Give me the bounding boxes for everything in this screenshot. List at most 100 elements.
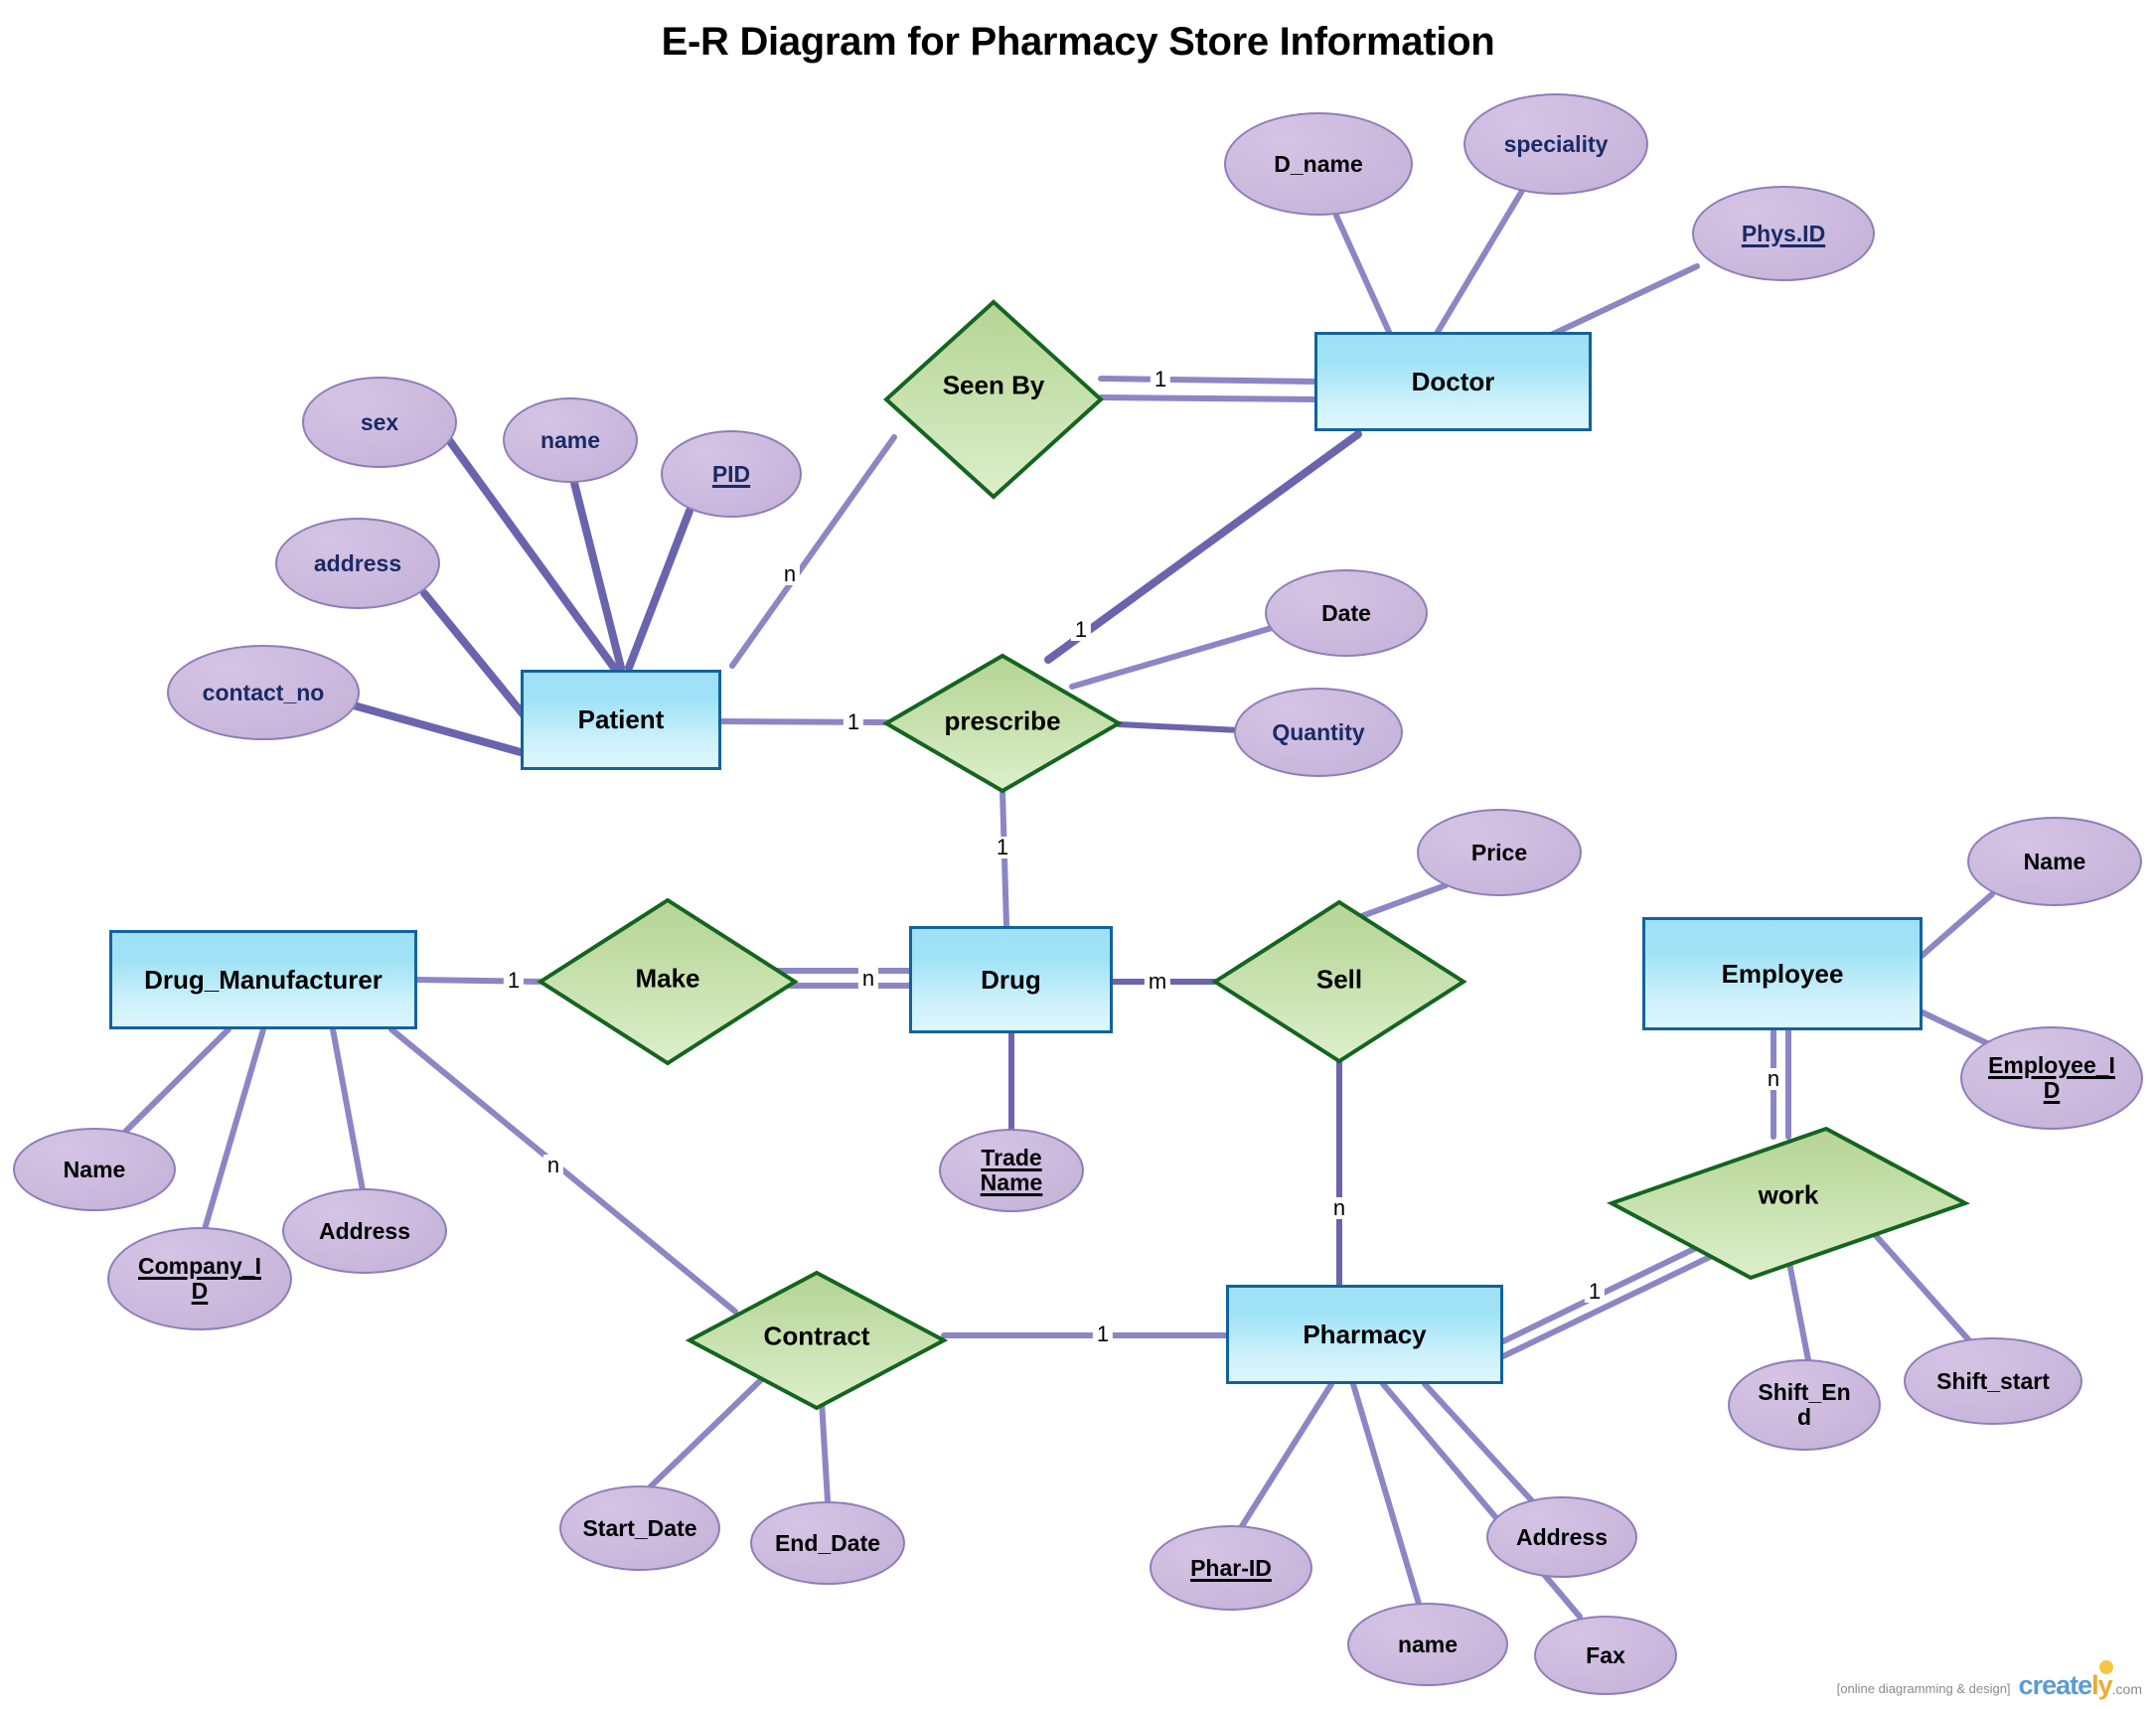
attribute-drug-trade-name[interactable]: Trade Name — [939, 1129, 1084, 1212]
attribute-patient-address[interactable]: address — [275, 518, 440, 609]
attribute-drug-manufacturer-company-id[interactable]: Company_I D — [107, 1227, 292, 1330]
attribute-label: Name — [2023, 848, 2086, 874]
attribute-prescribe-date[interactable]: Date — [1265, 569, 1428, 657]
edge-seenby-doctor-a — [1098, 376, 1317, 385]
cardinality-seenby-doctor: 1 — [1150, 369, 1171, 390]
attribute-patient-name[interactable]: name — [503, 397, 638, 483]
watermark-brand-part2: e — [2078, 1670, 2092, 1700]
attribute-label: name — [1397, 1631, 1459, 1657]
relationship-label-sell[interactable]: Sell — [1316, 965, 1362, 996]
attribute-contract-end-date[interactable]: End_Date — [750, 1501, 905, 1585]
watermark-brand: creately.com — [2018, 1660, 2142, 1700]
attribute-label: contact_no — [202, 679, 325, 705]
entity-patient[interactable]: Patient — [521, 670, 721, 770]
attribute-label: Phys.ID — [1741, 220, 1826, 246]
cardinality-make-drug: n — [857, 968, 879, 990]
edge-contract-enddate — [819, 1398, 831, 1504]
cardinality-doctor-prescribe: 1 — [1070, 619, 1092, 641]
attribute-drug-manufacturer-name[interactable]: Name — [13, 1128, 176, 1211]
attribute-label: Address — [1515, 1523, 1609, 1550]
attribute-label: name — [539, 426, 601, 453]
attribute-label: Address — [318, 1217, 411, 1244]
entity-label: Drug — [981, 964, 1041, 995]
edge-pharmacy-address — [1422, 1381, 1539, 1508]
attribute-label: sex — [360, 408, 399, 435]
relationship-label-prescribe[interactable]: prescribe — [944, 706, 1060, 737]
edge-employee-name — [1918, 891, 1995, 960]
relationship-label-make[interactable]: Make — [635, 964, 699, 995]
entity-drug[interactable]: Drug — [909, 926, 1113, 1033]
attribute-pharmacy-address[interactable]: Address — [1486, 1496, 1637, 1578]
edge-pharmacy-pharid — [1239, 1381, 1334, 1529]
attribute-employee-name[interactable]: Name — [1967, 817, 2142, 906]
cardinality-sell-pharmacy: n — [1328, 1197, 1350, 1219]
attribute-patient-sex[interactable]: sex — [302, 377, 457, 468]
attribute-doctor-speciality[interactable]: speciality — [1463, 93, 1648, 195]
attribute-label: D_name — [1274, 150, 1363, 177]
attribute-work-shift-end[interactable]: Shift_En d — [1728, 1359, 1881, 1451]
attribute-employee-employee-id[interactable]: Employee_I D — [1960, 1026, 2143, 1130]
creately-watermark: [online diagramming & design] creately.c… — [1836, 1660, 2142, 1700]
attribute-label: Start_Date — [582, 1514, 697, 1541]
attribute-label: Date — [1321, 599, 1371, 626]
lightbulb-icon — [2099, 1660, 2113, 1674]
attribute-label: Name — [63, 1156, 126, 1182]
attribute-label: Company_I D — [138, 1253, 261, 1304]
entity-label: Patient — [577, 704, 665, 734]
attribute-work-shift-start[interactable]: Shift_start — [1904, 1337, 2082, 1425]
watermark-brand-part3: ly — [2091, 1670, 2113, 1700]
cardinality-patient-seenby: n — [779, 563, 801, 585]
attribute-patient-contact-no[interactable]: contact_no — [167, 645, 360, 740]
attribute-label: Employee_I D — [1988, 1052, 2115, 1103]
entity-pharmacy[interactable]: Pharmacy — [1226, 1285, 1503, 1384]
edge-prescribe-date — [1069, 625, 1275, 690]
attribute-label: address — [313, 549, 402, 576]
attribute-patient-pid[interactable]: PID — [661, 430, 802, 518]
edge-contract-startdate — [648, 1368, 773, 1489]
cardinality-contract-pharmacy: 1 — [1092, 1323, 1114, 1345]
attribute-label: Phar-ID — [1190, 1554, 1272, 1581]
cardinality-drug-sell: m — [1144, 971, 1171, 993]
attribute-pharmacy-fax[interactable]: Fax — [1534, 1616, 1677, 1695]
edge-sell-price — [1356, 882, 1449, 920]
cardinality-employee-work: n — [1763, 1068, 1784, 1090]
attribute-label: speciality — [1503, 130, 1609, 157]
entity-label: Doctor — [1411, 366, 1495, 396]
relationship-label-work[interactable]: work — [1759, 1180, 1819, 1211]
edge-doctor-physid — [1542, 263, 1700, 341]
edge-seenby-doctor-b — [1098, 394, 1317, 402]
watermark-brand-tld: .com — [2111, 1681, 2142, 1697]
relationship-label-seen-by[interactable]: Seen By — [943, 371, 1045, 401]
relationship-label-contract[interactable]: Contract — [764, 1321, 870, 1352]
entity-label: Pharmacy — [1303, 1319, 1427, 1349]
attribute-pharmacy-phar-id[interactable]: Phar-ID — [1150, 1525, 1312, 1611]
attribute-label: Fax — [1586, 1641, 1625, 1668]
attribute-drug-manufacturer-address[interactable]: Address — [282, 1188, 447, 1274]
attribute-label: Shift_En d — [1758, 1379, 1851, 1430]
attribute-doctor-phys-id[interactable]: Phys.ID — [1692, 186, 1875, 281]
attribute-doctor-d-name[interactable]: D_name — [1224, 112, 1413, 216]
cardinality-pharmacy-work: 1 — [1584, 1281, 1606, 1303]
edge-employee-empid — [1918, 1009, 1990, 1046]
entity-employee[interactable]: Employee — [1642, 917, 1923, 1030]
entity-label: Drug_Manufacturer — [144, 964, 383, 995]
page-title: E-R Diagram for Pharmacy Store Informati… — [661, 20, 1495, 64]
attribute-label: Quantity — [1272, 718, 1365, 745]
cardinality-drugman-make: 1 — [503, 970, 525, 992]
attribute-label: Shift_start — [1936, 1367, 2050, 1394]
entity-doctor[interactable]: Doctor — [1314, 332, 1592, 431]
attribute-prescribe-quantity[interactable]: Quantity — [1234, 688, 1403, 777]
attribute-label: Trade Name — [980, 1145, 1043, 1195]
edge-prescribe-quantity — [1116, 721, 1243, 733]
entity-label: Employee — [1721, 958, 1844, 989]
attribute-contract-start-date[interactable]: Start_Date — [559, 1485, 720, 1571]
entity-drug-manufacturer[interactable]: Drug_Manufacturer — [109, 930, 417, 1029]
edge-drugman-address — [330, 1026, 366, 1193]
edge-drugman-companyid — [202, 1026, 266, 1232]
attribute-sell-price[interactable]: Price — [1417, 809, 1582, 896]
attribute-label: PID — [711, 460, 751, 487]
watermark-brand-part1: creat — [2018, 1670, 2079, 1700]
attribute-label: Price — [1470, 839, 1528, 865]
watermark-tagline: [online diagramming & design] — [1836, 1681, 2011, 1696]
attribute-pharmacy-name[interactable]: name — [1347, 1603, 1508, 1686]
